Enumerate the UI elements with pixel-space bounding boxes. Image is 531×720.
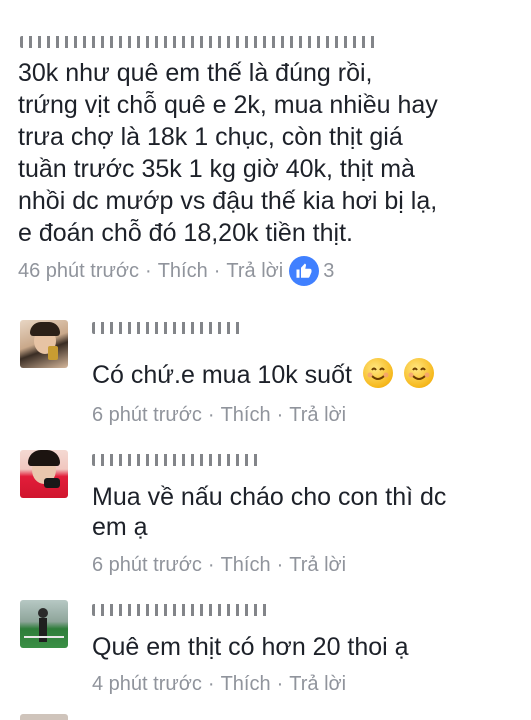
avatar[interactable] bbox=[20, 600, 68, 648]
obscured-author-name bbox=[20, 36, 380, 48]
obscured-author-name bbox=[92, 604, 272, 616]
avatar[interactable] bbox=[20, 714, 68, 720]
comment-timestamp[interactable]: 6 phút trước bbox=[92, 554, 202, 577]
separator: · bbox=[207, 554, 215, 576]
reply-link[interactable]: Trả lời bbox=[289, 673, 346, 696]
reply-meta: 6 phút trước · Thích · Trả lời bbox=[92, 554, 346, 577]
separator: · bbox=[145, 259, 152, 282]
like-link[interactable]: Thích bbox=[221, 404, 271, 427]
reply-link[interactable]: Trả lời bbox=[226, 260, 283, 283]
reply-link[interactable]: Trả lời bbox=[289, 554, 346, 577]
separator: · bbox=[207, 404, 215, 426]
smiling-emoji-icon bbox=[403, 358, 434, 388]
main-comment-line: nhồi dc mướp vs đậu thế kia hơi bị lạ, bbox=[18, 187, 438, 215]
main-comment-line: tuần trước 35k 1 kg giờ 40k, thịt mà bbox=[18, 155, 415, 183]
reply-text: Quê em thịt có hơn 20 thoi ạ bbox=[92, 633, 409, 661]
main-comment-line: e đoán chỗ đó 18,20k tiền thịt. bbox=[18, 219, 353, 247]
separator: · bbox=[213, 259, 221, 282]
obscured-author-name bbox=[92, 322, 242, 334]
main-comment-line: trưa chợ là 18k 1 chục, còn thịt giá bbox=[18, 123, 403, 151]
comment-timestamp[interactable]: 4 phút trước bbox=[92, 673, 202, 696]
smiling-emoji-icon bbox=[362, 358, 393, 388]
like-link[interactable]: Thích bbox=[221, 673, 271, 696]
reply-text: Có chứ.e mua 10k suốt bbox=[92, 358, 434, 390]
like-link[interactable]: Thích bbox=[221, 554, 271, 577]
separator: · bbox=[276, 404, 284, 426]
like-link[interactable]: Thích bbox=[158, 260, 208, 283]
avatar[interactable] bbox=[20, 450, 68, 498]
reply-link[interactable]: Trả lời bbox=[289, 404, 346, 427]
reply-text-line: Mua về nấu cháo cho con thì dc bbox=[92, 483, 447, 511]
reply-meta: 6 phút trước · Thích · Trả lời bbox=[92, 404, 346, 427]
reply-meta: 4 phút trước · Thích · Trả lời bbox=[92, 673, 346, 696]
comment-timestamp[interactable]: 6 phút trước bbox=[92, 404, 202, 427]
like-count: 3 bbox=[323, 259, 335, 282]
separator: · bbox=[276, 554, 284, 576]
obscured-author-name bbox=[92, 454, 262, 466]
main-comment-meta: 46 phút trước · Thích · Trả lời 3 bbox=[18, 256, 334, 286]
separator: · bbox=[207, 673, 215, 695]
avatar[interactable] bbox=[20, 320, 68, 368]
reply-text-content: Có chứ.e mua 10k suốt bbox=[92, 361, 352, 389]
separator: · bbox=[276, 673, 284, 695]
thumbs-up-icon[interactable] bbox=[289, 256, 320, 286]
comment-timestamp[interactable]: 46 phút trước bbox=[18, 260, 139, 283]
main-comment-line: 30k như quê em thế là đúng rồi, bbox=[18, 59, 373, 87]
main-comment-line: trứng vịt chỗ quê e 2k, mua nhiều hay bbox=[18, 91, 438, 119]
reply-text-line: em ạ bbox=[92, 513, 148, 541]
